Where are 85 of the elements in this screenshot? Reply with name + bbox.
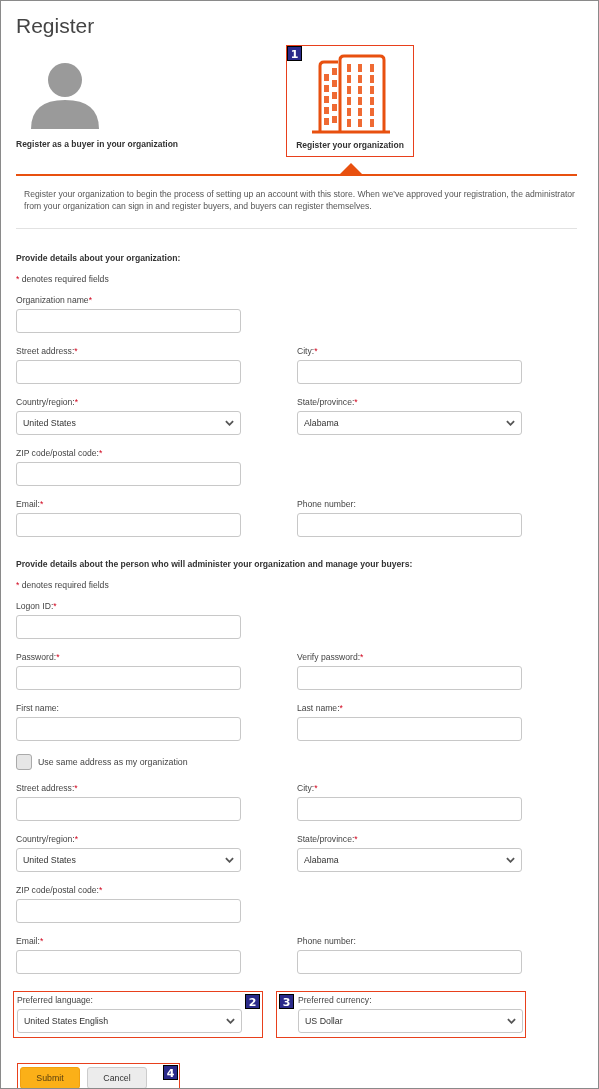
field-label: State/province: <box>297 397 355 407</box>
required-asterisk: * <box>354 834 358 844</box>
dropdown[interactable]: US Dollar <box>298 1009 523 1033</box>
callout-badge: 2 <box>245 994 260 1009</box>
input-field[interactable] <box>16 513 241 537</box>
required-asterisk: * <box>39 936 44 946</box>
section-heading: Provide details about your organization: <box>16 253 182 263</box>
dropdown[interactable]: Alabama <box>297 411 522 435</box>
callout-badge: 4 <box>163 1065 178 1080</box>
input-field[interactable] <box>16 360 241 384</box>
required-asterisk: * <box>314 346 318 356</box>
input-field[interactable] <box>297 950 522 974</box>
required-asterisk: * <box>53 601 57 611</box>
required-asterisk: * <box>339 703 343 713</box>
input-field[interactable] <box>16 462 241 486</box>
field-label: State/province: <box>297 834 355 844</box>
building-icon <box>310 54 390 134</box>
field-label: Password: <box>16 652 57 662</box>
required-note: denotes required fields <box>21 580 109 590</box>
chevron-down-icon <box>506 420 515 426</box>
required-asterisk: * <box>360 652 364 662</box>
field-label: Phone number: <box>297 936 356 946</box>
required-asterisk: * <box>39 499 44 509</box>
field-label: Country/region: <box>16 834 75 844</box>
required-asterisk: * <box>56 652 60 662</box>
field-label: Email: <box>16 936 40 946</box>
required-asterisk: * <box>314 783 318 793</box>
required-asterisk: * <box>16 580 20 590</box>
input-field[interactable] <box>297 360 522 384</box>
field-label: ZIP code/postal code: <box>16 885 99 895</box>
field-label: City: <box>297 783 315 793</box>
page-title: Register <box>16 14 96 38</box>
chevron-down-icon <box>506 857 515 863</box>
field-label: Email: <box>16 499 40 509</box>
field-label: Organization name <box>16 295 89 305</box>
dropdown[interactable]: Alabama <box>297 848 522 872</box>
field-label: Street address: <box>16 346 75 356</box>
dropdown[interactable]: United States <box>16 848 241 872</box>
input-field[interactable] <box>16 899 241 923</box>
input-field[interactable] <box>16 615 241 639</box>
description-text: Register your organization to begin the process of setting up an account with this store. When we've approved your registration, the administrator from your organization can sign in and register buyers, and buyers can register themselves. <box>24 188 576 212</box>
field-label: City: <box>297 346 315 356</box>
input-field[interactable] <box>16 797 241 821</box>
option-tile[interactable]: Register as a buyer in your organization <box>16 63 178 157</box>
chevron-down-icon <box>507 1018 516 1024</box>
input-field[interactable] <box>297 513 522 537</box>
field-label: Phone number: <box>297 499 356 509</box>
required-asterisk: * <box>98 885 103 895</box>
field-label: Last name: <box>297 703 340 713</box>
required-asterisk: * <box>98 448 103 458</box>
field-label: Logon ID: <box>16 601 54 611</box>
checkbox[interactable] <box>16 754 32 770</box>
chevron-down-icon <box>225 420 234 426</box>
field-label: Preferred currency: <box>298 995 372 1005</box>
cancel-button[interactable]: Cancel <box>87 1067 147 1088</box>
required-asterisk: * <box>74 346 78 356</box>
input-field[interactable] <box>297 717 522 741</box>
required-asterisk: * <box>354 397 358 407</box>
chevron-down-icon <box>225 857 234 863</box>
field-label: Street address: <box>16 783 75 793</box>
input-field[interactable] <box>297 666 522 690</box>
submit-button[interactable]: Submit <box>20 1067 80 1088</box>
checkbox-label: Use same address as my organization <box>38 757 188 767</box>
callout-badge: 3 <box>279 994 294 1009</box>
field-label: ZIP code/postal code: <box>16 448 99 458</box>
required-note: denotes required fields <box>21 274 109 284</box>
chevron-down-icon <box>226 1018 235 1024</box>
option-label: Register your organization <box>296 140 404 150</box>
dropdown[interactable]: United States <box>16 411 241 435</box>
input-field[interactable] <box>16 950 241 974</box>
section-heading: Provide details about the person who will administer your organization and manage your buyers: <box>16 559 414 569</box>
person-icon <box>30 63 100 129</box>
input-field[interactable] <box>16 666 241 690</box>
field-label: Preferred language: <box>17 995 93 1005</box>
field-label: First name: <box>16 703 59 713</box>
input-field[interactable] <box>16 717 241 741</box>
callout-badge: 1 <box>287 46 302 61</box>
input-field[interactable] <box>297 797 522 821</box>
field-label: Country/region: <box>16 397 75 407</box>
required-asterisk: * <box>74 783 78 793</box>
dropdown[interactable]: United States English <box>17 1009 242 1033</box>
required-asterisk: * <box>88 295 92 305</box>
input-field[interactable] <box>16 309 241 333</box>
required-asterisk: * <box>16 274 20 284</box>
option-label: Register as a buyer in your organization <box>16 139 178 149</box>
